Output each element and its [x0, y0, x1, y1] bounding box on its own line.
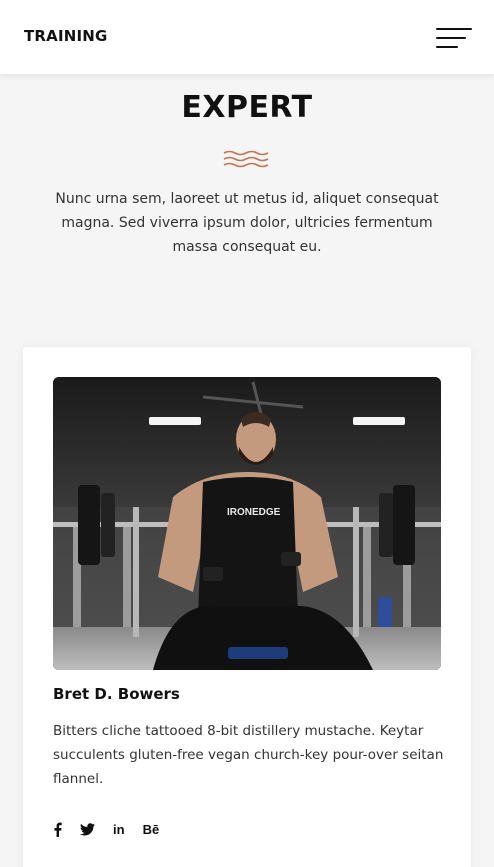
- hamburger-menu-icon[interactable]: [434, 26, 472, 50]
- behance-icon[interactable]: Bē: [143, 821, 160, 837]
- trainer-photo-illustration: IRONEDGE: [53, 377, 441, 670]
- brand-logo-text[interactable]: TRAINING: [24, 27, 108, 45]
- linkedin-icon[interactable]: in: [113, 821, 125, 837]
- behance-label: Bē: [142, 821, 160, 837]
- wave-divider-icon: [223, 150, 269, 168]
- section-title: EXPERT: [181, 90, 313, 125]
- facebook-icon[interactable]: [53, 821, 62, 837]
- section-intro: Nunc urna sem, laoreet ut metus id, aliq…: [55, 191, 439, 255]
- twitter-icon[interactable]: [80, 821, 95, 837]
- trainer-name: Bret D. Bowers: [53, 685, 180, 703]
- shirt-print: IRONEDGE: [227, 507, 281, 518]
- expert-section: EXPERT Nunc urna sem, laoreet ut metus i…: [0, 74, 494, 867]
- trainer-card: IRONEDGE Bret D. Bowers Bitters cliche t…: [23, 347, 471, 867]
- site-header: TRAINING: [0, 0, 494, 74]
- linkedin-label: in: [113, 821, 125, 837]
- trainer-bio: Bitters cliche tattooed 8-bit distillery…: [53, 723, 444, 787]
- social-links: in Bē: [53, 820, 159, 838]
- trainer-photo: IRONEDGE: [53, 377, 441, 670]
